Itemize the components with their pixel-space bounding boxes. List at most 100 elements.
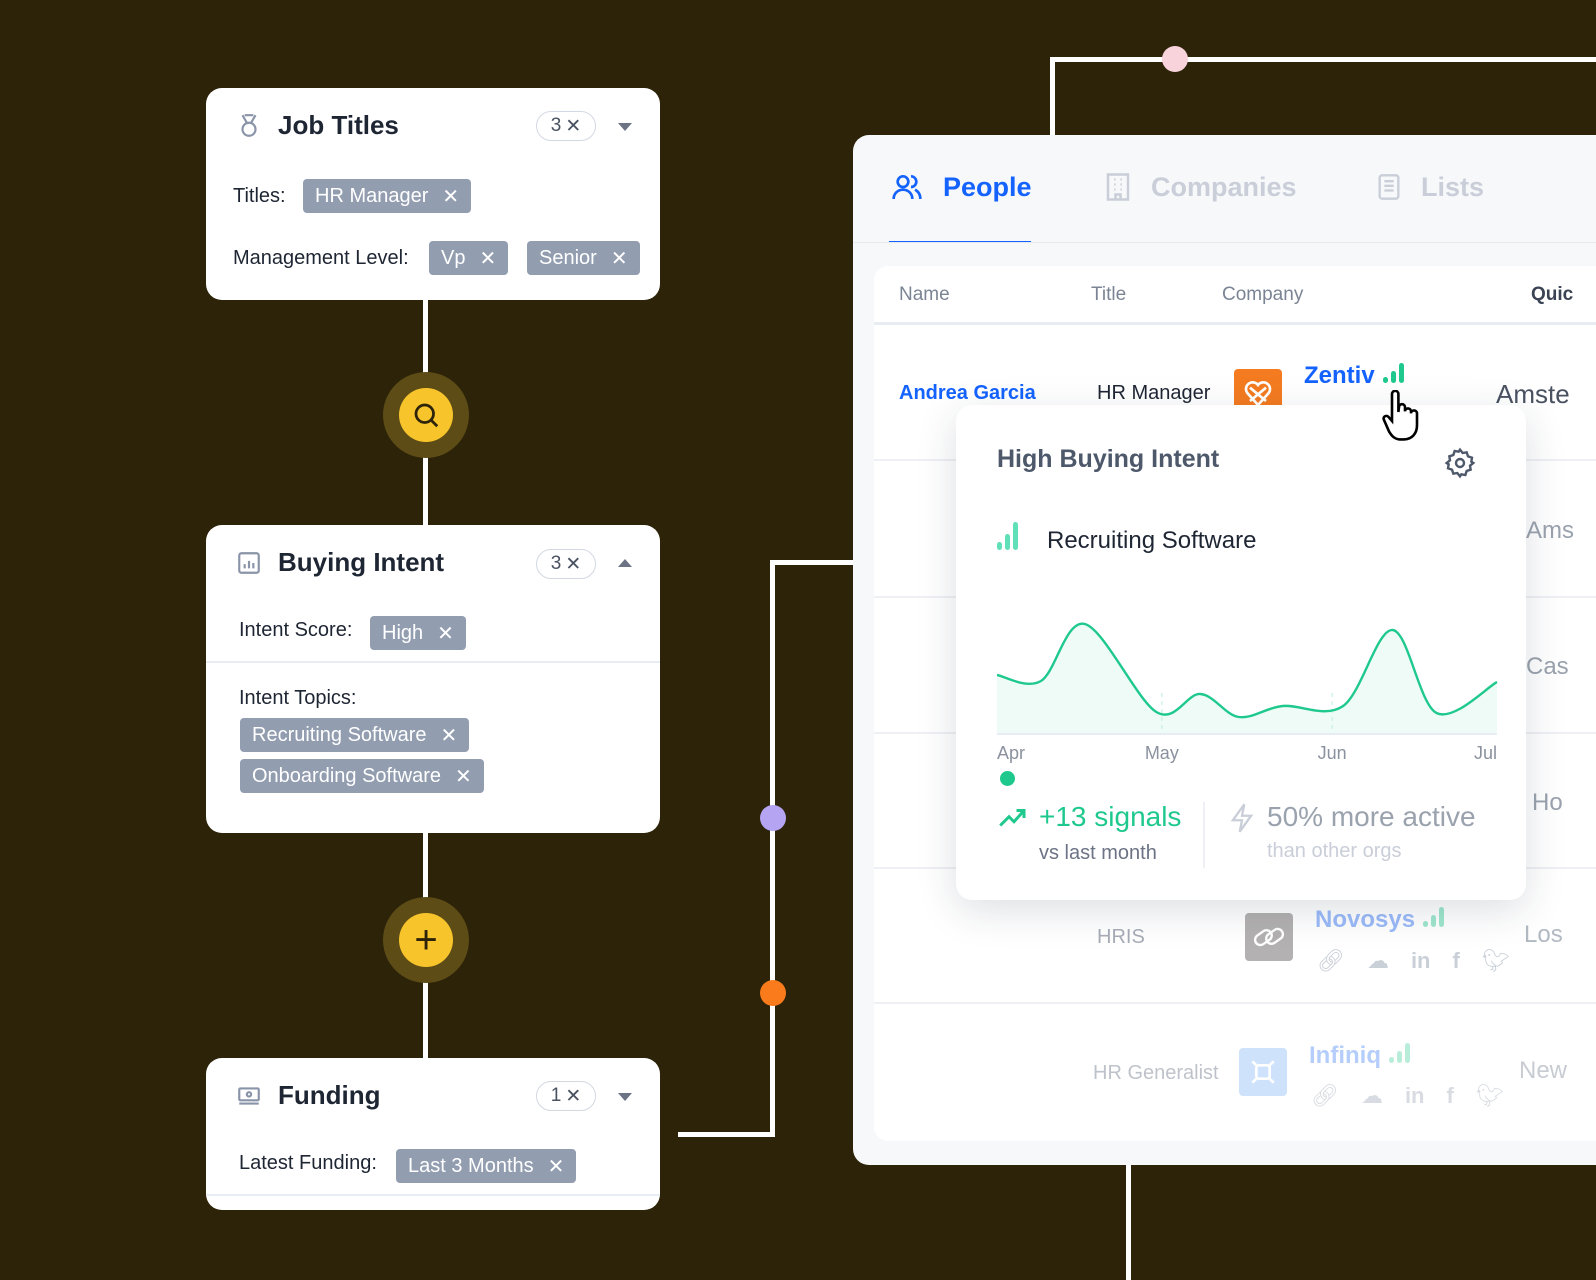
twitter-icon[interactable]: 🐦︎ xyxy=(1482,948,1510,974)
chip-label: Last 3 Months xyxy=(408,1154,534,1177)
salesforce-icon[interactable]: ☁ xyxy=(1361,1083,1383,1109)
tab-label: Lists xyxy=(1421,171,1485,202)
tab-companies[interactable]: Companies xyxy=(1103,171,1297,203)
linkedin-icon[interactable]: in xyxy=(1405,1083,1425,1109)
header-divider xyxy=(874,322,1596,325)
connector xyxy=(770,560,775,1137)
link-icon[interactable]: 🔗︎ xyxy=(1317,948,1345,974)
column-header-quick[interactable]: Quic xyxy=(1531,284,1573,306)
divider xyxy=(206,661,660,663)
activity-stat: 50% more active xyxy=(1267,801,1476,832)
chip-label: Recruiting Software xyxy=(252,723,427,746)
intent-bars-icon[interactable] xyxy=(1388,1043,1410,1063)
x-tick-label: Jun xyxy=(1318,743,1347,763)
card-title: Funding xyxy=(278,1080,381,1110)
x-tick-label: May xyxy=(1145,743,1179,763)
intent-score-label: Intent Score: xyxy=(239,619,353,641)
filter-count: 3 xyxy=(550,115,562,136)
company-name: Zentiv xyxy=(1304,362,1375,389)
filter-chip[interactable]: High ✕ xyxy=(370,616,466,650)
person-name-link[interactable]: Andrea Garcia xyxy=(899,382,1036,405)
chevron-down-icon[interactable] xyxy=(618,1093,632,1101)
filter-chip[interactable]: Onboarding Software ✕ xyxy=(240,759,484,793)
tab-people[interactable]: People xyxy=(889,171,1032,203)
tab-lists[interactable]: Lists xyxy=(1375,171,1484,203)
chevron-up-icon[interactable] xyxy=(618,559,632,567)
activity-subtext: than other orgs xyxy=(1267,840,1402,862)
card-title: Job Titles xyxy=(278,110,399,140)
connector-dot-pink xyxy=(1162,46,1188,72)
filter-chip[interactable]: Recruiting Software ✕ xyxy=(240,718,470,752)
filter-chip[interactable]: Senior ✕ xyxy=(527,241,640,275)
intent-bars-icon[interactable] xyxy=(1423,907,1445,927)
clear-count-button[interactable]: 3 ✕ xyxy=(536,549,596,579)
plus-icon: + xyxy=(414,918,438,962)
close-icon[interactable]: ✕ xyxy=(455,764,472,789)
close-icon[interactable]: ✕ xyxy=(611,246,628,271)
company-name-link[interactable]: Novosys xyxy=(1315,906,1445,934)
location: Cas xyxy=(1526,653,1569,680)
column-header-name[interactable]: Name xyxy=(899,284,950,306)
chip-label: Onboarding Software xyxy=(252,764,442,787)
bar-chart-icon xyxy=(238,552,260,574)
chevron-down-icon[interactable] xyxy=(618,123,632,131)
close-icon[interactable]: ✕ xyxy=(442,184,459,209)
clear-count-button[interactable]: 1 ✕ xyxy=(536,1081,596,1111)
tab-label: People xyxy=(943,171,1032,202)
link-icon[interactable]: 🔗︎ xyxy=(1311,1083,1339,1109)
connector xyxy=(678,1132,775,1137)
search-node[interactable] xyxy=(383,372,469,458)
connector xyxy=(770,560,860,565)
chip-label: Senior xyxy=(539,246,597,269)
filter-chip[interactable]: HR Manager ✕ xyxy=(303,179,472,213)
location: Los xyxy=(1524,921,1563,948)
building-icon xyxy=(1106,173,1130,201)
signals-count: +13 signals xyxy=(1039,801,1182,832)
x-tick-label: Jul xyxy=(1474,743,1497,763)
intent-topics-label: Intent Topics: xyxy=(239,687,357,709)
card-title: Buying Intent xyxy=(278,547,445,577)
chip-label: High xyxy=(382,621,424,644)
people-icon xyxy=(892,175,922,200)
company-name: Novosys xyxy=(1315,906,1416,933)
close-icon[interactable]: ✕ xyxy=(479,246,496,271)
buying-intent-filter-card: Buying Intent 3 ✕ Intent Score: High ✕ Int… xyxy=(206,525,660,833)
tab-label: Companies xyxy=(1151,171,1297,202)
connector xyxy=(1050,57,1055,137)
company-logo xyxy=(1245,913,1293,961)
funding-filter-card: Funding 1 ✕ Latest Funding: Last 3 Months… xyxy=(206,1058,660,1210)
linkedin-icon[interactable]: in xyxy=(1411,948,1431,974)
medal-icon xyxy=(241,114,257,137)
add-filter-node[interactable]: + xyxy=(383,897,469,983)
titles-label: Titles: xyxy=(233,185,286,207)
company-name: Infiniq xyxy=(1309,1042,1381,1069)
close-icon[interactable]: ✕ xyxy=(548,1154,565,1179)
column-header-title[interactable]: Title xyxy=(1091,284,1126,306)
facebook-icon[interactable]: f xyxy=(1447,1083,1454,1109)
close-icon: ✕ xyxy=(565,553,582,575)
trending-up-icon xyxy=(999,809,1026,827)
x-tick-label: Apr xyxy=(997,743,1025,763)
clear-count-button[interactable]: 3 ✕ xyxy=(536,111,596,141)
location: New xyxy=(1519,1057,1568,1084)
close-icon[interactable]: ✕ xyxy=(441,723,458,748)
salesforce-icon[interactable]: ☁ xyxy=(1367,948,1389,974)
column-header-company[interactable]: Company xyxy=(1222,284,1303,306)
company-name-link[interactable]: Infiniq xyxy=(1309,1042,1410,1070)
facebook-icon[interactable]: f xyxy=(1453,948,1460,974)
management-level-label: Management Level: xyxy=(233,247,409,269)
latest-funding-label: Latest Funding: xyxy=(239,1152,377,1174)
intent-bars-icon[interactable] xyxy=(1382,363,1404,383)
signals-subtext: vs last month xyxy=(1039,842,1157,864)
person-title: HR Generalist xyxy=(1093,1062,1219,1084)
person-title: HR Manager xyxy=(1097,382,1211,404)
divider xyxy=(853,242,1596,243)
connector xyxy=(1050,57,1596,62)
filter-chip[interactable]: Last 3 Months ✕ xyxy=(396,1149,577,1183)
job-titles-filter-card: Job Titles 3 ✕ Titles: HR Manager ✕ Manage… xyxy=(206,88,660,300)
company-name-link[interactable]: Zentiv xyxy=(1304,362,1404,390)
filter-chip[interactable]: Vp ✕ xyxy=(429,241,509,275)
twitter-icon[interactable]: 🐦︎ xyxy=(1476,1083,1504,1109)
close-icon[interactable]: ✕ xyxy=(437,621,454,646)
buying-intent-popover: High Buying Intent Recruiting Software A… xyxy=(956,405,1526,900)
